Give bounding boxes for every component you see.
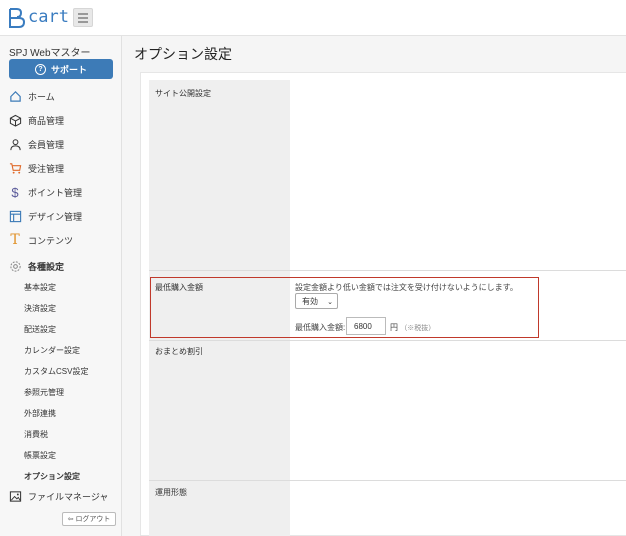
sidebar-item-label: ファイルマネージャ bbox=[28, 491, 109, 502]
layout-icon bbox=[8, 209, 22, 223]
image-icon bbox=[8, 489, 22, 503]
sub-item-shipping[interactable]: 配送設定 bbox=[24, 324, 56, 335]
sidebar-item-design[interactable]: デザイン管理 bbox=[0, 206, 122, 226]
sidebar-item-file-manager[interactable]: ファイルマネージャ bbox=[0, 486, 122, 506]
unit-label: 円 bbox=[390, 323, 398, 332]
row-label-operation-mode: 運用形態 bbox=[155, 488, 187, 497]
min-purchase-status-select[interactable]: 有効 ⌄ bbox=[295, 293, 338, 309]
support-button[interactable]: ? サポート bbox=[9, 59, 113, 79]
sidebar-item-products[interactable]: 商品管理 bbox=[0, 110, 122, 130]
logout-icon: ⇦ bbox=[67, 516, 74, 523]
box-icon bbox=[8, 113, 22, 127]
home-icon bbox=[8, 89, 22, 103]
sidebar-item-label: ホーム bbox=[28, 91, 55, 102]
sub-item-options[interactable]: オプション設定 bbox=[24, 471, 80, 482]
row-divider bbox=[149, 340, 626, 341]
site-name: SPJ Webマスター bbox=[9, 48, 91, 59]
gear-icon bbox=[8, 259, 22, 273]
select-value: 有効 bbox=[302, 296, 318, 306]
dollar-icon: $ bbox=[11, 184, 19, 200]
logo-b-icon bbox=[9, 8, 26, 28]
row-label-bundle-discount: おまとめ割引 bbox=[155, 347, 203, 356]
sidebar-item-members[interactable]: 会員管理 bbox=[0, 134, 122, 154]
sidebar-item-settings[interactable]: 各種設定 bbox=[0, 256, 122, 276]
support-label: サポート bbox=[50, 64, 87, 75]
question-icon: ? bbox=[34, 63, 46, 75]
sidebar-item-orders[interactable]: 受注管理 bbox=[0, 158, 122, 178]
sub-item-payment[interactable]: 決済設定 bbox=[24, 303, 56, 314]
tax-note: （※税抜） bbox=[400, 325, 436, 332]
sub-item-custom-csv[interactable]: カスタムCSV設定 bbox=[24, 366, 88, 377]
sidebar-item-contents[interactable]: T コンテンツ bbox=[0, 230, 122, 250]
chevron-down-icon: ⌄ bbox=[327, 299, 333, 306]
sub-item-tax[interactable]: 消費税 bbox=[24, 429, 48, 440]
sidebar-item-label: 商品管理 bbox=[28, 115, 65, 126]
sub-item-calendar[interactable]: カレンダー設定 bbox=[24, 345, 80, 356]
page-title: オプション設定 bbox=[134, 46, 232, 62]
user-icon bbox=[8, 137, 22, 151]
logout-label: ログアウト bbox=[75, 516, 111, 523]
min-purchase-amount-input[interactable]: 6800 bbox=[346, 317, 386, 335]
text-icon: T bbox=[10, 232, 20, 248]
logo-text: cart bbox=[28, 7, 69, 27]
sidebar-item-label: 受注管理 bbox=[28, 163, 65, 174]
sidebar-item-points[interactable]: $ ポイント管理 bbox=[0, 182, 122, 202]
sidebar-item-label: ポイント管理 bbox=[28, 187, 83, 198]
row-divider bbox=[149, 270, 626, 271]
sidebar-item-home[interactable]: ホーム bbox=[0, 86, 122, 106]
bcart-logo[interactable]: cart bbox=[8, 6, 70, 30]
sidebar-item-label: 会員管理 bbox=[28, 139, 65, 150]
sidebar: SPJ Webマスター ? サポート ホーム 商品管理 会員管理 受注管理 $ … bbox=[0, 36, 122, 536]
top-bar: cart bbox=[0, 0, 626, 36]
min-purchase-unit: 円 （※税抜） bbox=[390, 322, 435, 333]
logout-button[interactable]: ⇦ ログアウト bbox=[62, 512, 116, 526]
sub-item-basic[interactable]: 基本設定 bbox=[24, 282, 56, 293]
row-divider bbox=[149, 480, 626, 481]
sidebar-item-label: 各種設定 bbox=[28, 261, 65, 272]
min-purchase-amount-label: 最低購入金額: bbox=[295, 323, 346, 332]
sub-item-forms[interactable]: 帳票設定 bbox=[24, 450, 56, 461]
row-label-site-publish: サイト公開設定 bbox=[155, 89, 211, 98]
sub-item-referrer[interactable]: 参照元管理 bbox=[24, 387, 64, 398]
min-purchase-description: 設定金額より低い金額では注文を受け付けないようにします。 bbox=[295, 283, 518, 292]
sub-item-external[interactable]: 外部連携 bbox=[24, 408, 56, 419]
sidebar-item-label: コンテンツ bbox=[28, 235, 74, 246]
sidebar-item-label: デザイン管理 bbox=[28, 211, 83, 222]
cart-icon bbox=[8, 161, 22, 175]
menu-toggle-button[interactable] bbox=[73, 8, 93, 27]
